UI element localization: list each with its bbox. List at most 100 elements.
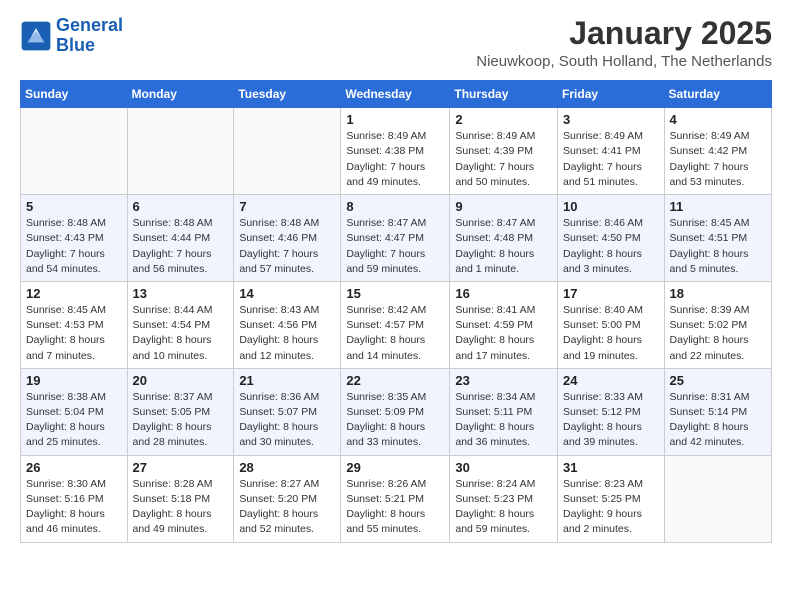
header: General Blue January 2025 Nieuwkoop, Sou… [20,16,772,70]
day-number: 3 [563,112,659,127]
day-info: Sunrise: 8:48 AM Sunset: 4:44 PM Dayligh… [133,216,229,277]
day-number: 19 [26,373,122,388]
calendar-cell: 1Sunrise: 8:49 AM Sunset: 4:38 PM Daylig… [341,108,450,195]
calendar-cell: 12Sunrise: 8:45 AM Sunset: 4:53 PM Dayli… [21,281,128,368]
weekday-header-row: SundayMondayTuesdayWednesdayThursdayFrid… [21,81,772,108]
calendar-cell: 17 Sunrise: 8:40 AM Sunset: 5:00 PM Dayli… [558,281,665,368]
calendar-cell: 9 Sunrise: 8:47 AM Sunset: 4:48 PM Daylig… [450,195,558,282]
day-info: Sunrise: 8:33 AM Sunset: 5:12 PM Dayligh… [563,390,659,451]
day-number: 9 [455,199,552,214]
day-number: 29 [346,460,444,475]
day-number: 13 [133,286,229,301]
calendar-cell: 18 Sunrise: 8:39 AM Sunset: 5:02 PM Dayli… [664,281,771,368]
calendar-cell: 28 Sunrise: 8:27 AM Sunset: 5:20 PM Dayli… [234,455,341,542]
day-info: Sunrise: 8:35 AM Sunset: 5:09 PM Dayligh… [346,390,444,451]
day-number: 15 [346,286,444,301]
calendar-cell: 11Sunrise: 8:45 AM Sunset: 4:51 PM Dayli… [664,195,771,282]
calendar-cell: 13 Sunrise: 8:44 AM Sunset: 4:54 PM Dayli… [127,281,234,368]
weekday-header-thursday: Thursday [450,81,558,108]
calendar-cell [664,455,771,542]
day-info: Sunrise: 8:39 AM Sunset: 5:02 PM Dayligh… [670,303,766,364]
day-info: Sunrise: 8:44 AM Sunset: 4:54 PM Dayligh… [133,303,229,364]
day-number: 30 [455,460,552,475]
day-number: 14 [239,286,335,301]
day-info: Sunrise: 8:37 AM Sunset: 5:05 PM Dayligh… [133,390,229,451]
calendar-week-row: 5 Sunrise: 8:48 AM Sunset: 4:43 PM Daylig… [21,195,772,282]
day-number: 17 [563,286,659,301]
calendar-cell: 10 Sunrise: 8:46 AM Sunset: 4:50 PM Dayli… [558,195,665,282]
calendar-cell: 8Sunrise: 8:47 AM Sunset: 4:47 PM Daylig… [341,195,450,282]
weekday-header-wednesday: Wednesday [341,81,450,108]
day-number: 26 [26,460,122,475]
calendar-cell: 14 Sunrise: 8:43 AM Sunset: 4:56 PM Dayli… [234,281,341,368]
day-info: Sunrise: 8:40 AM Sunset: 5:00 PM Dayligh… [563,303,659,364]
calendar-cell: 15Sunrise: 8:42 AM Sunset: 4:57 PM Dayli… [341,281,450,368]
day-number: 10 [563,199,659,214]
day-number: 12 [26,286,122,301]
day-info: Sunrise: 8:49 AM Sunset: 4:39 PM Dayligh… [455,129,552,190]
day-number: 23 [455,373,552,388]
day-info: Sunrise: 8:26 AM Sunset: 5:21 PM Dayligh… [346,477,444,538]
calendar-cell: 23 Sunrise: 8:34 AM Sunset: 5:11 PM Dayli… [450,368,558,455]
calendar-cell: 16 Sunrise: 8:41 AM Sunset: 4:59 PM Dayli… [450,281,558,368]
calendar-week-row: 12Sunrise: 8:45 AM Sunset: 4:53 PM Dayli… [21,281,772,368]
day-number: 11 [670,199,766,214]
logo-general: General [56,15,123,35]
calendar-cell: 2Sunrise: 8:49 AM Sunset: 4:39 PM Daylig… [450,108,558,195]
calendar-cell: 25 Sunrise: 8:31 AM Sunset: 5:14 PM Dayli… [664,368,771,455]
day-info: Sunrise: 8:47 AM Sunset: 4:47 PM Dayligh… [346,216,444,277]
calendar-cell: 7 Sunrise: 8:48 AM Sunset: 4:46 PM Daylig… [234,195,341,282]
day-number: 1 [346,112,444,127]
day-info: Sunrise: 8:49 AM Sunset: 4:42 PM Dayligh… [670,129,766,190]
calendar-cell: 19 Sunrise: 8:38 AM Sunset: 5:04 PM Dayli… [21,368,128,455]
calendar-cell: 31 Sunrise: 8:23 AM Sunset: 5:25 PM Dayli… [558,455,665,542]
calendar-cell: 20Sunrise: 8:37 AM Sunset: 5:05 PM Dayli… [127,368,234,455]
day-info: Sunrise: 8:30 AM Sunset: 5:16 PM Dayligh… [26,477,122,538]
calendar-cell: 3 Sunrise: 8:49 AM Sunset: 4:41 PM Daylig… [558,108,665,195]
day-number: 18 [670,286,766,301]
calendar-cell [21,108,128,195]
weekday-header-saturday: Saturday [664,81,771,108]
weekday-header-friday: Friday [558,81,665,108]
day-number: 27 [133,460,229,475]
day-info: Sunrise: 8:38 AM Sunset: 5:04 PM Dayligh… [26,390,122,451]
day-info: Sunrise: 8:23 AM Sunset: 5:25 PM Dayligh… [563,477,659,538]
calendar-cell: 30 Sunrise: 8:24 AM Sunset: 5:23 PM Dayli… [450,455,558,542]
day-info: Sunrise: 8:48 AM Sunset: 4:46 PM Dayligh… [239,216,335,277]
weekday-header-tuesday: Tuesday [234,81,341,108]
day-info: Sunrise: 8:49 AM Sunset: 4:41 PM Dayligh… [563,129,659,190]
day-number: 4 [670,112,766,127]
day-info: Sunrise: 8:48 AM Sunset: 4:43 PM Dayligh… [26,216,122,277]
day-number: 5 [26,199,122,214]
day-number: 28 [239,460,335,475]
logo-icon [20,20,52,52]
day-info: Sunrise: 8:31 AM Sunset: 5:14 PM Dayligh… [670,390,766,451]
day-info: Sunrise: 8:46 AM Sunset: 4:50 PM Dayligh… [563,216,659,277]
calendar-cell: 24Sunrise: 8:33 AM Sunset: 5:12 PM Dayli… [558,368,665,455]
day-info: Sunrise: 8:43 AM Sunset: 4:56 PM Dayligh… [239,303,335,364]
day-number: 22 [346,373,444,388]
day-info: Sunrise: 8:34 AM Sunset: 5:11 PM Dayligh… [455,390,552,451]
calendar-cell: 27Sunrise: 8:28 AM Sunset: 5:18 PM Dayli… [127,455,234,542]
day-info: Sunrise: 8:24 AM Sunset: 5:23 PM Dayligh… [455,477,552,538]
location-subtitle: Nieuwkoop, South Holland, The Netherland… [476,53,772,70]
page: General Blue January 2025 Nieuwkoop, Sou… [0,0,792,559]
day-info: Sunrise: 8:41 AM Sunset: 4:59 PM Dayligh… [455,303,552,364]
calendar-cell: 4 Sunrise: 8:49 AM Sunset: 4:42 PM Daylig… [664,108,771,195]
calendar-cell: 22 Sunrise: 8:35 AM Sunset: 5:09 PM Dayli… [341,368,450,455]
day-number: 31 [563,460,659,475]
calendar-week-row: 26 Sunrise: 8:30 AM Sunset: 5:16 PM Dayli… [21,455,772,542]
calendar-cell [234,108,341,195]
day-number: 16 [455,286,552,301]
day-number: 7 [239,199,335,214]
weekday-header-sunday: Sunday [21,81,128,108]
day-info: Sunrise: 8:27 AM Sunset: 5:20 PM Dayligh… [239,477,335,538]
logo-blue: Blue [56,35,95,55]
month-title: January 2025 [476,16,772,51]
day-number: 25 [670,373,766,388]
day-number: 6 [133,199,229,214]
calendar-cell: 26 Sunrise: 8:30 AM Sunset: 5:16 PM Dayli… [21,455,128,542]
calendar-cell [127,108,234,195]
day-info: Sunrise: 8:47 AM Sunset: 4:48 PM Dayligh… [455,216,552,277]
logo: General Blue [20,16,123,56]
